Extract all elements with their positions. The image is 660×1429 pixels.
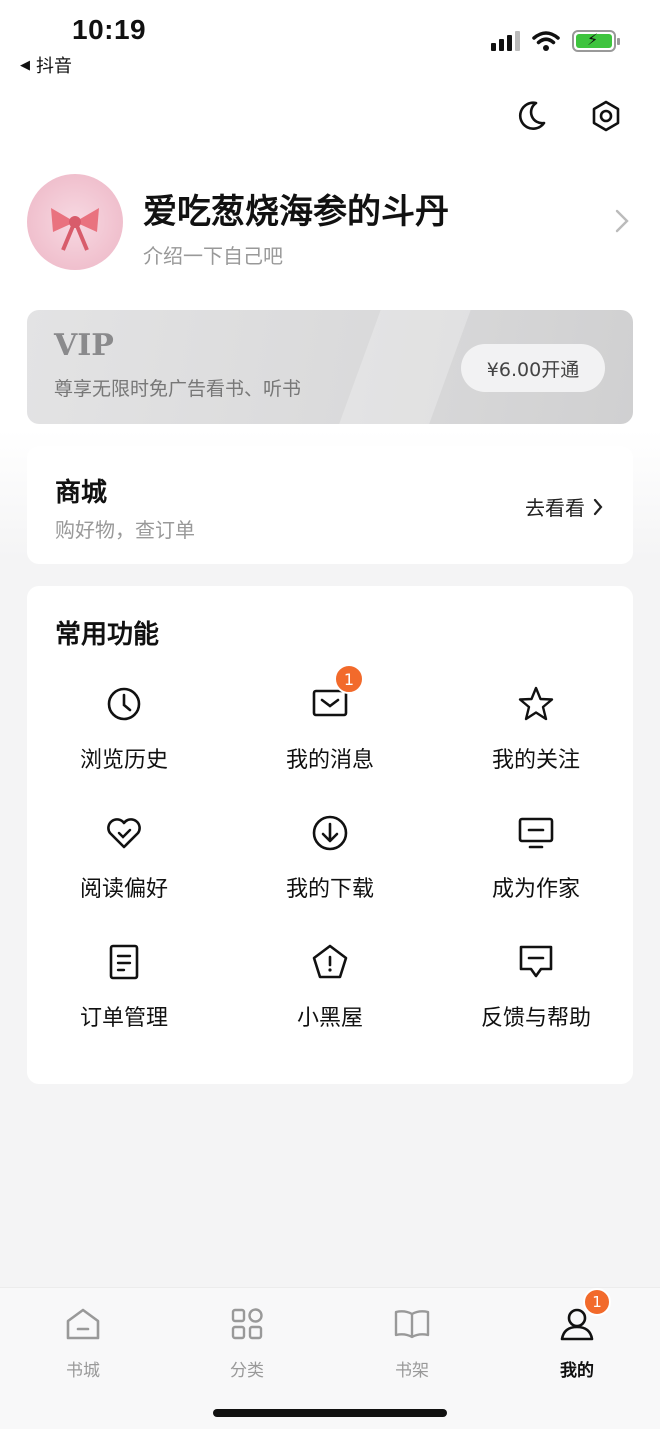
vip-card[interactable]: VIP 尊享无限时免广告看书、听书 ¥6.00开通 [27,310,633,424]
home-indicator[interactable] [213,1409,447,1417]
function-my-follows[interactable]: 我的关注 [436,684,636,774]
mall-title: 商城 [55,478,108,508]
home-icon [63,1304,103,1344]
function-label: 浏览历史 [79,748,168,773]
back-arrow-icon: ◀ [20,57,30,73]
function-browse-history[interactable]: 浏览历史 [24,684,224,774]
battery-icon: ⚡ [572,30,620,52]
function-order-management[interactable]: 订单管理 [24,942,224,1032]
message-icon: 1 [310,664,364,724]
nav-tab-mine[interactable]: 1 我的 [522,1288,632,1381]
nav-label: 书架 [395,1361,429,1381]
status-icons: ⚡ [491,30,620,52]
common-functions-card: 常用功能 浏览历史 1 我的消息 我的关注 阅读偏好 我的下载 成为作家 订单管… [27,586,633,1084]
category-icon [227,1304,267,1344]
vip-title: VIP [54,328,114,363]
mall-card[interactable]: 商城 购好物，查订单 去看看 [27,446,633,564]
function-label: 我的关注 [491,748,580,773]
function-my-messages[interactable]: 1 我的消息 [230,664,430,774]
chevron-right-icon[interactable] [614,208,630,238]
message-badge: 1 [334,664,364,694]
function-label: 我的消息 [285,748,374,773]
status-time: 10:19 [72,14,147,45]
profile-bio[interactable]: 介绍一下自己吧 [143,240,283,269]
function-blacklist[interactable]: 小黑屋 [230,942,430,1032]
bottom-navigation: 书城 分类 书架 1 我的 [0,1287,660,1429]
feedback-icon [516,942,556,982]
vip-subtitle: 尊享无限时免广告看书、听书 [54,378,302,400]
nav-tab-bookshelf[interactable]: 书架 [357,1304,467,1381]
heart-check-icon [104,813,144,853]
monitor-icon [516,813,556,853]
function-label: 我的下载 [285,877,374,902]
nav-label: 分类 [230,1361,264,1381]
moon-icon[interactable] [511,96,551,136]
mall-subtitle: 购好物，查订单 [55,518,195,542]
avatar[interactable] [27,174,123,270]
function-become-author[interactable]: 成为作家 [436,813,636,903]
download-icon [310,813,350,853]
function-my-downloads[interactable]: 我的下载 [230,813,430,903]
settings-icon[interactable] [586,96,626,136]
function-label: 成为作家 [491,877,580,902]
back-app-label: 抖音 [36,56,72,77]
nav-tab-category[interactable]: 分类 [192,1304,302,1381]
function-label: 小黑屋 [296,1006,363,1031]
function-label: 阅读偏好 [79,877,168,902]
profile-badge: 1 [583,1288,611,1316]
vip-open-button[interactable]: ¥6.00开通 [461,344,605,392]
star-icon [516,684,556,724]
bookshelf-icon [392,1304,432,1344]
chevron-right-icon [593,498,603,515]
function-label: 订单管理 [79,1006,168,1031]
nav-tab-bookstore[interactable]: 书城 [28,1304,138,1381]
mall-go-link[interactable]: 去看看 [525,492,603,521]
function-reading-preference[interactable]: 阅读偏好 [24,813,224,903]
nickname[interactable]: 爱吃葱烧海参的斗丹 [143,184,449,233]
function-feedback-help[interactable]: 反馈与帮助 [436,942,636,1032]
cellular-signal-icon [491,31,520,51]
profile-icon: 1 [557,1288,611,1344]
section-title: 常用功能 [55,620,160,650]
function-label: 反馈与帮助 [480,1006,591,1031]
document-icon [104,942,144,982]
nav-label: 书城 [66,1361,100,1381]
wifi-icon [532,31,560,51]
pentagon-icon [310,942,350,982]
clock-icon [104,684,144,724]
mall-link-label: 去看看 [525,496,585,520]
nav-label: 我的 [560,1361,594,1381]
back-to-app-button[interactable]: ◀ 抖音 [20,52,72,78]
